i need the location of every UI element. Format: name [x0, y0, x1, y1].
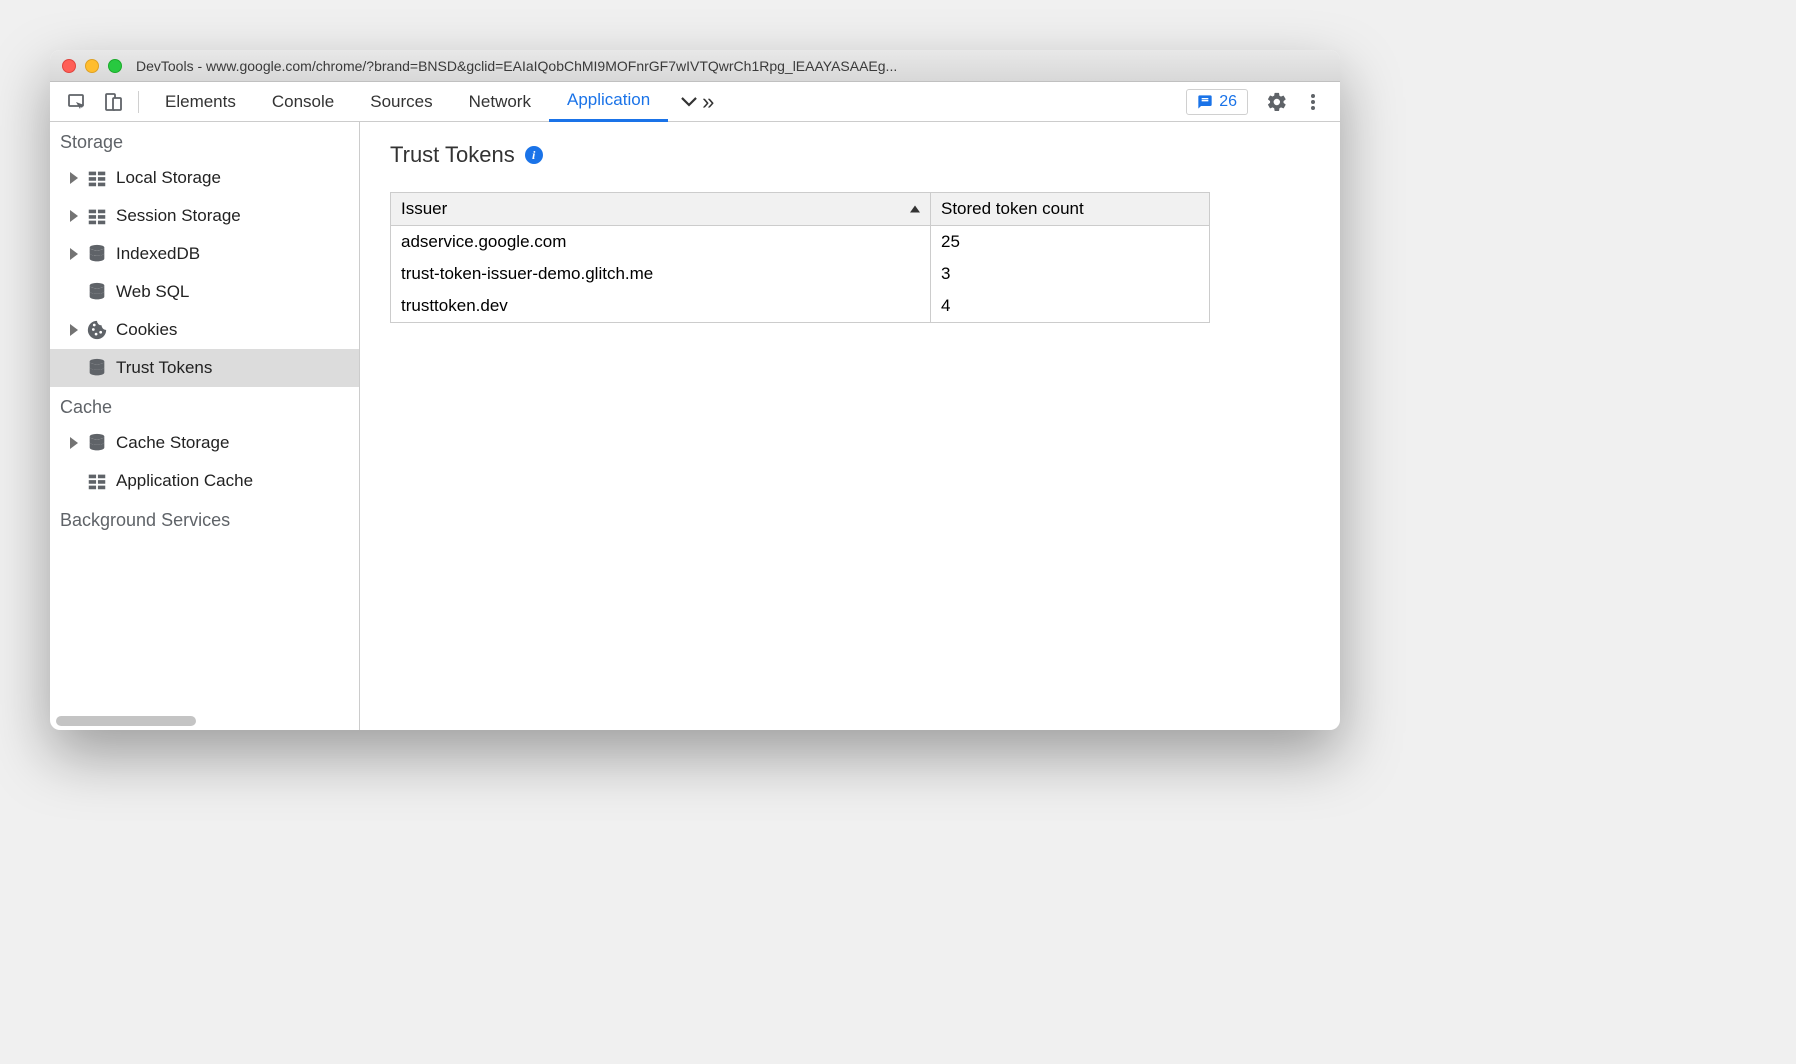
window-close-button[interactable] — [62, 59, 76, 73]
sidebar-item-label: Cookies — [116, 320, 177, 340]
chevron-right-icon — [70, 324, 78, 336]
window-title: DevTools - www.google.com/chrome/?brand=… — [136, 58, 897, 74]
application-sidebar[interactable]: Storage Local Storage Session Storage Index… — [50, 122, 360, 730]
titlebar[interactable]: DevTools - www.google.com/chrome/?brand=… — [50, 50, 1340, 82]
db-icon — [86, 432, 108, 454]
sidebar-horizontal-scrollbar[interactable] — [56, 716, 196, 726]
sidebar-item-cookies[interactable]: Cookies — [50, 311, 359, 349]
trust-tokens-table: Issuer Stored token count adservice.goog… — [390, 192, 1210, 323]
sort-asc-icon — [910, 206, 920, 213]
db-icon — [86, 357, 108, 379]
cell-count: 4 — [931, 290, 1210, 323]
page-title: Trust Tokens i — [390, 142, 1310, 168]
sidebar-item-local-storage[interactable]: Local Storage — [50, 159, 359, 197]
column-header-count[interactable]: Stored token count — [931, 193, 1210, 226]
sidebar-item-indexeddb[interactable]: IndexedDB — [50, 235, 359, 273]
sidebar-item-label: Web SQL — [116, 282, 189, 302]
settings-button[interactable] — [1260, 87, 1294, 117]
sidebar-item-web-sql[interactable]: Web SQL — [50, 273, 359, 311]
inspect-element-icon[interactable] — [60, 87, 94, 117]
sidebar-group-label: Background Services — [50, 500, 359, 537]
cell-count: 3 — [931, 258, 1210, 290]
cell-count: 25 — [931, 226, 1210, 259]
chevron-right-icon — [70, 248, 78, 260]
main-panel: Trust Tokens i Issuer Stored token count — [360, 122, 1340, 730]
main-title-text: Trust Tokens — [390, 142, 515, 168]
kebab-menu-button[interactable] — [1296, 87, 1330, 117]
sidebar-item-label: Cache Storage — [116, 433, 229, 453]
tab-elements[interactable]: Elements — [147, 82, 254, 122]
sidebar-item-cache-storage[interactable]: Cache Storage — [50, 424, 359, 462]
grid-icon — [86, 205, 108, 227]
sidebar-item-application-cache[interactable]: Application Cache — [50, 462, 359, 500]
table-row[interactable]: trusttoken.dev4 — [391, 290, 1210, 323]
tab-console[interactable]: Console — [254, 82, 352, 122]
traffic-lights — [62, 59, 122, 73]
cookie-icon — [86, 319, 108, 341]
window-minimize-button[interactable] — [85, 59, 99, 73]
sidebar-item-label: Application Cache — [116, 471, 253, 491]
devtools-window: DevTools - www.google.com/chrome/?brand=… — [50, 50, 1340, 730]
table-row[interactable]: adservice.google.com25 — [391, 226, 1210, 259]
issues-count: 26 — [1219, 93, 1237, 111]
tab-sources[interactable]: Sources — [352, 82, 450, 122]
toggle-device-toolbar-icon[interactable] — [96, 87, 130, 117]
tab-application[interactable]: Application — [549, 82, 668, 122]
cell-issuer: adservice.google.com — [391, 226, 931, 259]
sidebar-item-label: Local Storage — [116, 168, 221, 188]
gear-icon — [1266, 91, 1288, 113]
db-icon — [86, 243, 108, 265]
sidebar-item-trust-tokens[interactable]: Trust Tokens — [50, 349, 359, 387]
chevron-right-icon — [70, 210, 78, 222]
db-icon — [86, 281, 108, 303]
sidebar-group-label: Storage — [50, 122, 359, 159]
info-icon[interactable]: i — [525, 146, 543, 164]
window-zoom-button[interactable] — [108, 59, 122, 73]
toolbar-separator — [138, 91, 139, 113]
column-header-issuer[interactable]: Issuer — [391, 193, 931, 226]
table-row[interactable]: trust-token-issuer-demo.glitch.me3 — [391, 258, 1210, 290]
chevron-right-icon — [70, 437, 78, 449]
sidebar-item-label: Trust Tokens — [116, 358, 212, 378]
cell-issuer: trusttoken.dev — [391, 290, 931, 323]
issues-badge[interactable]: 26 — [1186, 89, 1248, 115]
more-tabs-chevron-icon[interactable]: » — [692, 89, 721, 115]
kebab-icon — [1303, 92, 1323, 112]
sidebar-group-label: Cache — [50, 387, 359, 424]
grid-icon — [86, 167, 108, 189]
sidebar-item-session-storage[interactable]: Session Storage — [50, 197, 359, 235]
table-header-row: Issuer Stored token count — [391, 193, 1210, 226]
devtools-toolbar: ElementsConsoleSourcesNetworkApplication… — [50, 82, 1340, 122]
sidebar-item-label: Session Storage — [116, 206, 241, 226]
grid-icon — [86, 470, 108, 492]
sidebar-item-label: IndexedDB — [116, 244, 200, 264]
tab-network[interactable]: Network — [451, 82, 549, 122]
cell-issuer: trust-token-issuer-demo.glitch.me — [391, 258, 931, 290]
chevron-right-icon — [70, 172, 78, 184]
feedback-icon — [1197, 94, 1213, 110]
